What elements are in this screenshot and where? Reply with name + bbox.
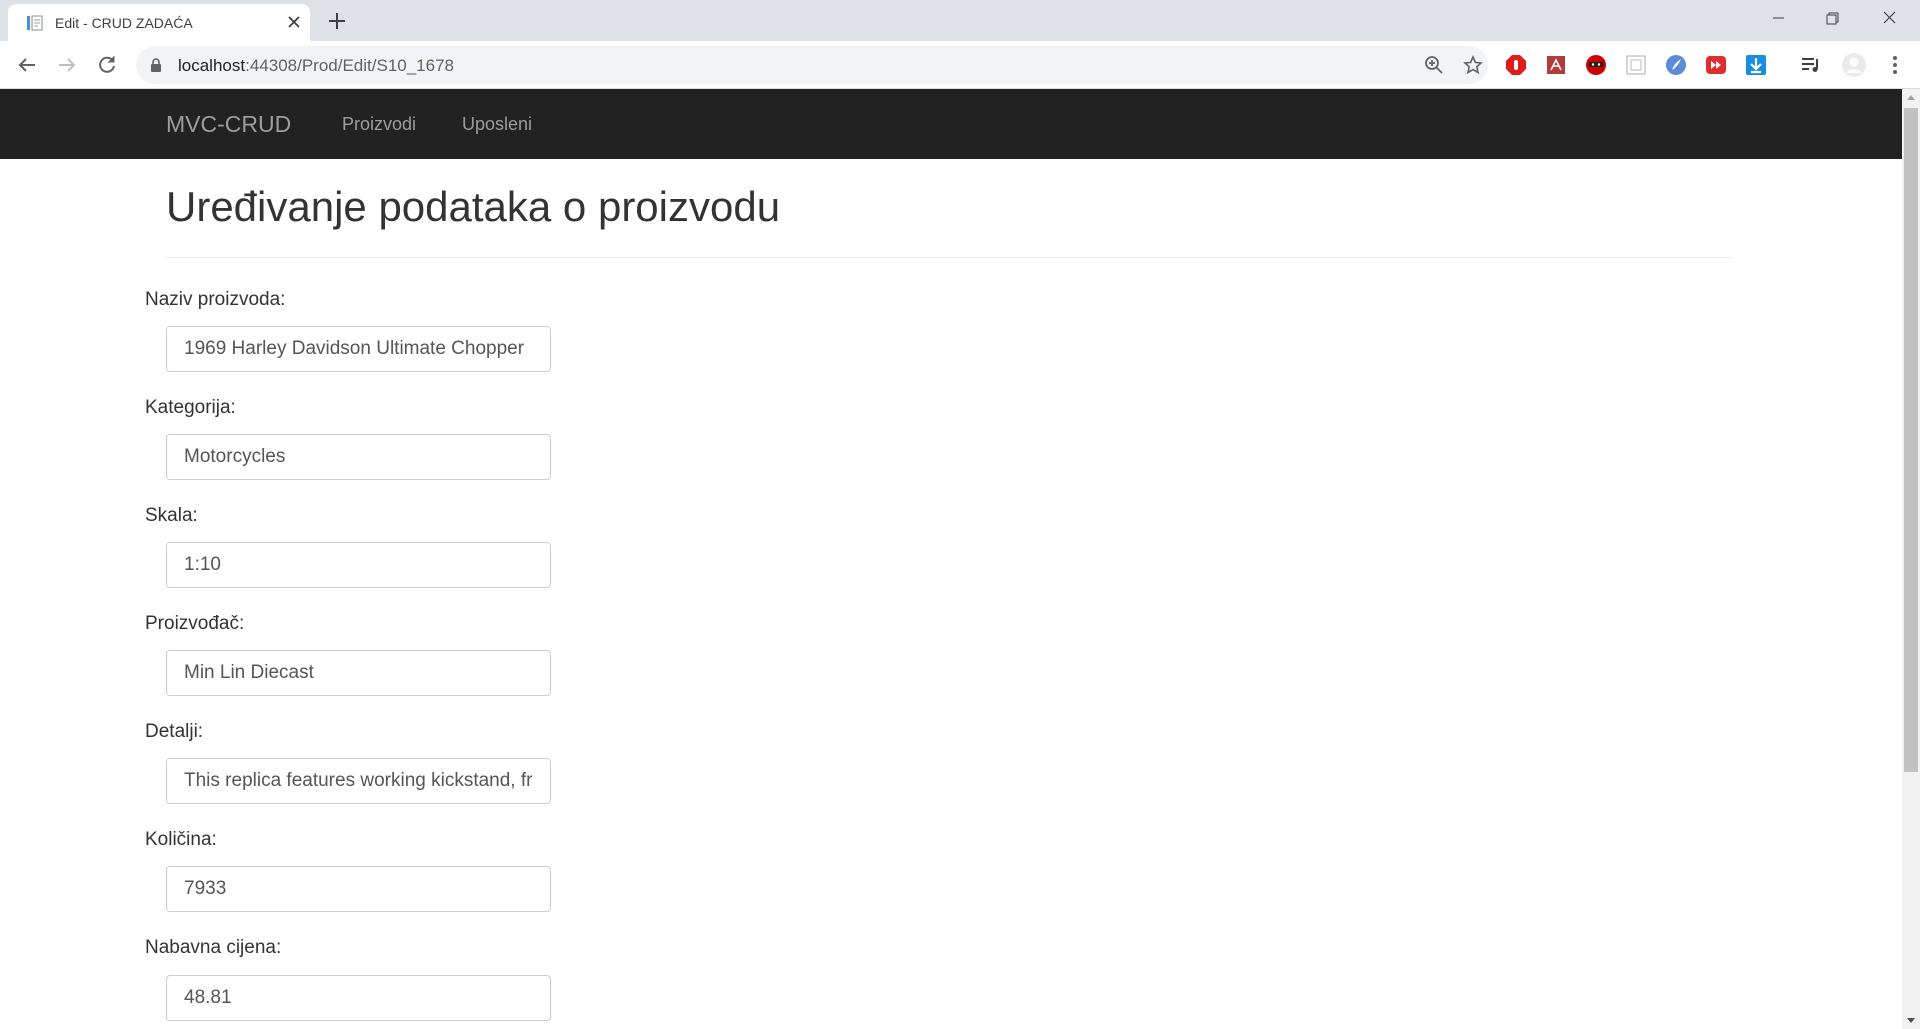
pdf-icon[interactable] xyxy=(1545,54,1567,76)
close-tab-icon[interactable] xyxy=(286,14,302,30)
input-naziv-proizvoda[interactable] xyxy=(166,326,551,372)
frame-icon[interactable] xyxy=(1625,54,1647,76)
scroll-down-arrow-icon[interactable] xyxy=(1907,1018,1915,1023)
tab-title: Edit - CRUD ZADAĆA xyxy=(55,15,193,31)
label-proizvodac: Proizvođač: xyxy=(145,613,245,634)
browser-toolbar: localhost:44308/Prod/Edit/S10_1678 xyxy=(0,41,1920,89)
label-skala: Skala: xyxy=(145,505,198,526)
reload-icon[interactable] xyxy=(95,53,119,77)
scrollbar-thumb[interactable] xyxy=(1904,108,1918,772)
label-naziv-proizvoda: Naziv proizvoda: xyxy=(145,289,286,310)
document-icon xyxy=(27,15,43,31)
input-proizvodac[interactable] xyxy=(166,650,551,696)
video-icon[interactable] xyxy=(1705,54,1727,76)
zoom-icon[interactable] xyxy=(1424,55,1444,75)
profile-icon[interactable] xyxy=(1841,52,1867,78)
divider xyxy=(166,257,1732,258)
input-nabavna-cijena[interactable] xyxy=(166,975,551,1021)
browser-tab[interactable]: Edit - CRUD ZADAĆA xyxy=(8,4,310,41)
input-kategorija[interactable] xyxy=(166,434,551,480)
label-nabavna-cijena: Nabavna cijena: xyxy=(145,937,282,958)
url-host: localhost xyxy=(178,56,246,75)
minimize-icon[interactable] xyxy=(1755,0,1801,40)
forward-icon[interactable] xyxy=(55,53,79,77)
input-skala[interactable] xyxy=(166,542,551,588)
back-icon[interactable] xyxy=(15,53,39,77)
input-detalji[interactable] xyxy=(166,758,551,804)
label-detalji: Detalji: xyxy=(145,721,204,742)
page-title: Uređivanje podataka o proizvodu xyxy=(166,183,781,230)
lock-icon[interactable] xyxy=(150,58,162,72)
brand-link[interactable]: MVC-CRUD xyxy=(166,111,291,138)
window-close-icon[interactable] xyxy=(1867,0,1913,40)
scrollbar[interactable] xyxy=(1902,89,1920,1029)
url-path: :44308/Prod/Edit/S10_1678 xyxy=(245,56,454,75)
site-navbar: MVC-CRUD Proizvodi Uposleni xyxy=(0,89,1902,159)
scroll-up-arrow-icon[interactable] xyxy=(1907,95,1915,100)
playlist-icon[interactable] xyxy=(1800,54,1822,76)
input-kolicina[interactable] xyxy=(166,866,551,912)
browser-tabstrip: Edit - CRUD ZADAĆA xyxy=(0,0,1920,41)
label-kategorija: Kategorija: xyxy=(145,397,236,418)
new-tab-icon[interactable] xyxy=(325,9,349,33)
ninja-icon[interactable] xyxy=(1585,54,1607,76)
page-viewport: MVC-CRUD Proizvodi Uposleni Uređivanje p… xyxy=(0,89,1902,1029)
url-text[interactable]: localhost:44308/Prod/Edit/S10_1678 xyxy=(178,56,454,76)
address-bar[interactable]: localhost:44308/Prod/Edit/S10_1678 xyxy=(136,46,1488,84)
paint-icon[interactable] xyxy=(1665,54,1687,76)
download-icon[interactable] xyxy=(1745,54,1767,76)
restore-icon[interactable] xyxy=(1809,0,1855,40)
nav-link-uposleni[interactable]: Uposleni xyxy=(462,114,532,135)
nav-link-proizvodi[interactable]: Proizvodi xyxy=(342,114,416,135)
adblock-icon[interactable] xyxy=(1505,54,1527,76)
star-icon[interactable] xyxy=(1463,55,1483,75)
menu-icon[interactable] xyxy=(1885,54,1905,76)
label-kolicina: Količina: xyxy=(145,829,217,850)
